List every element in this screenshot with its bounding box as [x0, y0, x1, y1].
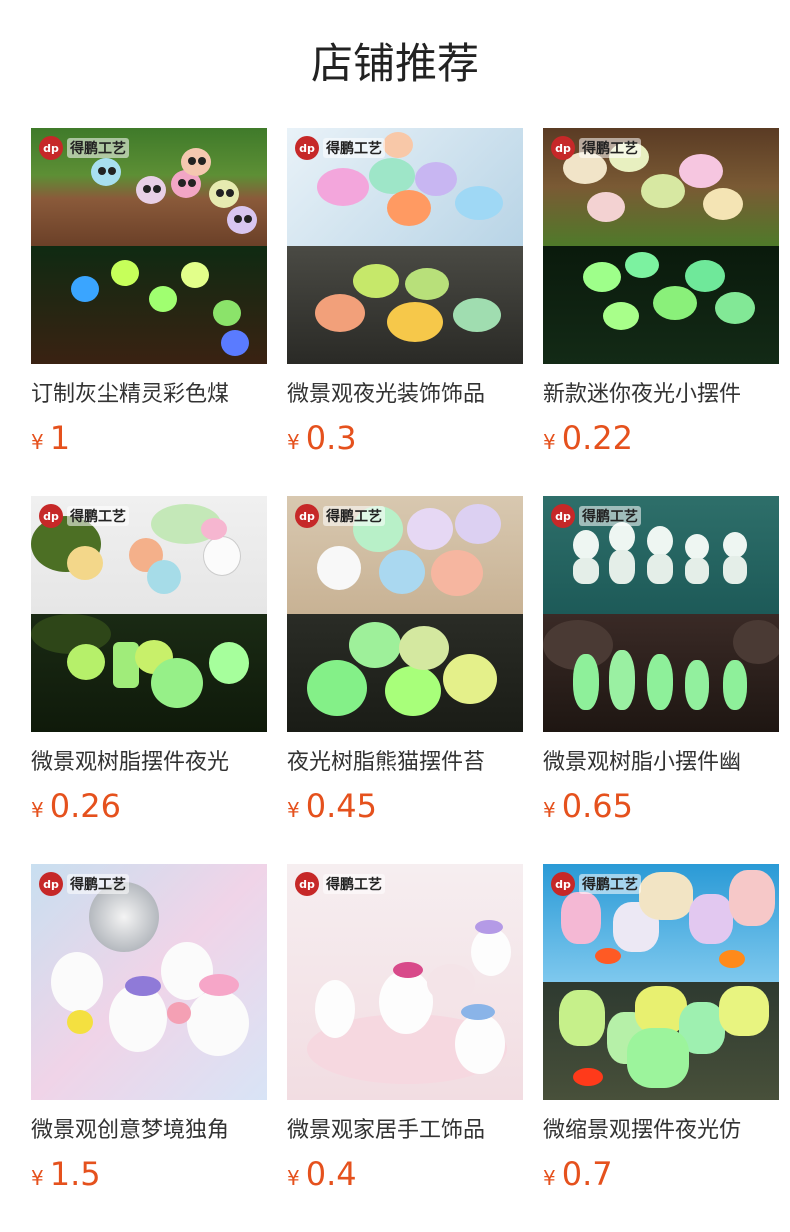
product-title[interactable]: 微景观家居手工饰品: [287, 1116, 523, 1146]
product-price: ¥ 1.5: [31, 1156, 267, 1192]
price-amount: 1.5: [49, 1155, 101, 1193]
currency-symbol: ¥: [287, 1166, 300, 1190]
brand-name: 得鹏工艺: [323, 506, 385, 526]
product-card[interactable]: dp 得鹏工艺 微缩景观摆件夜光仿 ¥ 0.7: [543, 864, 779, 1232]
product-card[interactable]: dp 得鹏工艺 订制灰尘精灵彩色煤 ¥ 1: [31, 128, 267, 496]
product-image[interactable]: dp 得鹏工艺: [31, 128, 267, 364]
dp-logo-icon: dp: [39, 504, 63, 528]
brand-logo: dp 得鹏工艺: [39, 504, 129, 528]
currency-symbol: ¥: [31, 1166, 44, 1190]
product-price: ¥ 0.7: [543, 1156, 779, 1192]
product-title[interactable]: 微景观夜光装饰饰品: [287, 380, 523, 410]
product-grid: dp 得鹏工艺 订制灰尘精灵彩色煤 ¥ 1 dp 得鹏工艺 微景观夜光装饰饰品 …: [31, 128, 779, 1232]
currency-symbol: ¥: [543, 1166, 556, 1190]
brand-logo: dp 得鹏工艺: [295, 504, 385, 528]
product-title[interactable]: 微景观树脂摆件夜光: [31, 748, 267, 778]
product-price: ¥ 0.22: [543, 420, 779, 456]
brand-name: 得鹏工艺: [579, 138, 641, 158]
product-price: ¥ 0.45: [287, 788, 523, 824]
brand-logo: dp 得鹏工艺: [39, 136, 129, 160]
price-amount: 1: [49, 419, 71, 457]
product-price: ¥ 0.4: [287, 1156, 523, 1192]
brand-name: 得鹏工艺: [579, 874, 641, 894]
product-title[interactable]: 新款迷你夜光小摆件: [543, 380, 779, 410]
brand-logo: dp 得鹏工艺: [551, 872, 641, 896]
price-amount: 0.65: [561, 787, 633, 825]
product-price: ¥ 0.3: [287, 420, 523, 456]
dp-logo-icon: dp: [551, 872, 575, 896]
currency-symbol: ¥: [287, 798, 300, 822]
brand-logo: dp 得鹏工艺: [551, 504, 641, 528]
product-title[interactable]: 微景观创意梦境独角: [31, 1116, 267, 1146]
product-title[interactable]: 订制灰尘精灵彩色煤: [31, 380, 267, 410]
product-image[interactable]: dp 得鹏工艺: [287, 496, 523, 732]
price-amount: 0.3: [305, 419, 357, 457]
price-amount: 0.26: [49, 787, 121, 825]
price-amount: 0.45: [305, 787, 377, 825]
brand-name: 得鹏工艺: [579, 506, 641, 526]
dp-logo-icon: dp: [295, 136, 319, 160]
dp-logo-icon: dp: [39, 136, 63, 160]
price-amount: 0.4: [305, 1155, 357, 1193]
product-card[interactable]: dp 得鹏工艺 微景观家居手工饰品 ¥ 0.4: [287, 864, 523, 1232]
product-image[interactable]: dp 得鹏工艺: [543, 128, 779, 364]
dp-logo-icon: dp: [295, 504, 319, 528]
product-title[interactable]: 夜光树脂熊猫摆件苔: [287, 748, 523, 778]
brand-logo: dp 得鹏工艺: [551, 136, 641, 160]
brand-logo: dp 得鹏工艺: [39, 872, 129, 896]
brand-name: 得鹏工艺: [323, 874, 385, 894]
brand-name: 得鹏工艺: [323, 138, 385, 158]
price-amount: 0.7: [561, 1155, 613, 1193]
brand-logo: dp 得鹏工艺: [295, 136, 385, 160]
product-card[interactable]: dp 得鹏工艺 微景观创意梦境独角 ¥ 1.5: [31, 864, 267, 1232]
product-title[interactable]: 微景观树脂小摆件幽: [543, 748, 779, 778]
product-title[interactable]: 微缩景观摆件夜光仿: [543, 1116, 779, 1146]
product-card[interactable]: dp 得鹏工艺 微景观树脂小摆件幽 ¥ 0.65: [543, 496, 779, 864]
currency-symbol: ¥: [543, 798, 556, 822]
product-image[interactable]: dp 得鹏工艺: [287, 864, 523, 1100]
dp-logo-icon: dp: [551, 504, 575, 528]
dp-logo-icon: dp: [39, 872, 63, 896]
product-image[interactable]: dp 得鹏工艺: [543, 864, 779, 1100]
product-image[interactable]: dp 得鹏工艺: [31, 864, 267, 1100]
currency-symbol: ¥: [31, 798, 44, 822]
product-image[interactable]: dp 得鹏工艺: [31, 496, 267, 732]
product-card[interactable]: dp 得鹏工艺 新款迷你夜光小摆件 ¥ 0.22: [543, 128, 779, 496]
currency-symbol: ¥: [287, 430, 300, 454]
currency-symbol: ¥: [543, 430, 556, 454]
product-image[interactable]: dp 得鹏工艺: [543, 496, 779, 732]
brand-name: 得鹏工艺: [67, 138, 129, 158]
price-amount: 0.22: [561, 419, 633, 457]
brand-name: 得鹏工艺: [67, 506, 129, 526]
product-price: ¥ 0.65: [543, 788, 779, 824]
product-price: ¥ 0.26: [31, 788, 267, 824]
product-price: ¥ 1: [31, 420, 267, 456]
product-image[interactable]: dp 得鹏工艺: [287, 128, 523, 364]
currency-symbol: ¥: [31, 430, 44, 454]
product-card[interactable]: dp 得鹏工艺 微景观树脂摆件夜光 ¥ 0.26: [31, 496, 267, 864]
section-title: 店铺推荐: [310, 39, 479, 88]
dp-logo-icon: dp: [551, 136, 575, 160]
brand-name: 得鹏工艺: [67, 874, 129, 894]
dp-logo-icon: dp: [295, 872, 319, 896]
product-card[interactable]: dp 得鹏工艺 夜光树脂熊猫摆件苔 ¥ 0.45: [287, 496, 523, 864]
product-card[interactable]: dp 得鹏工艺 微景观夜光装饰饰品 ¥ 0.3: [287, 128, 523, 496]
brand-logo: dp 得鹏工艺: [295, 872, 385, 896]
